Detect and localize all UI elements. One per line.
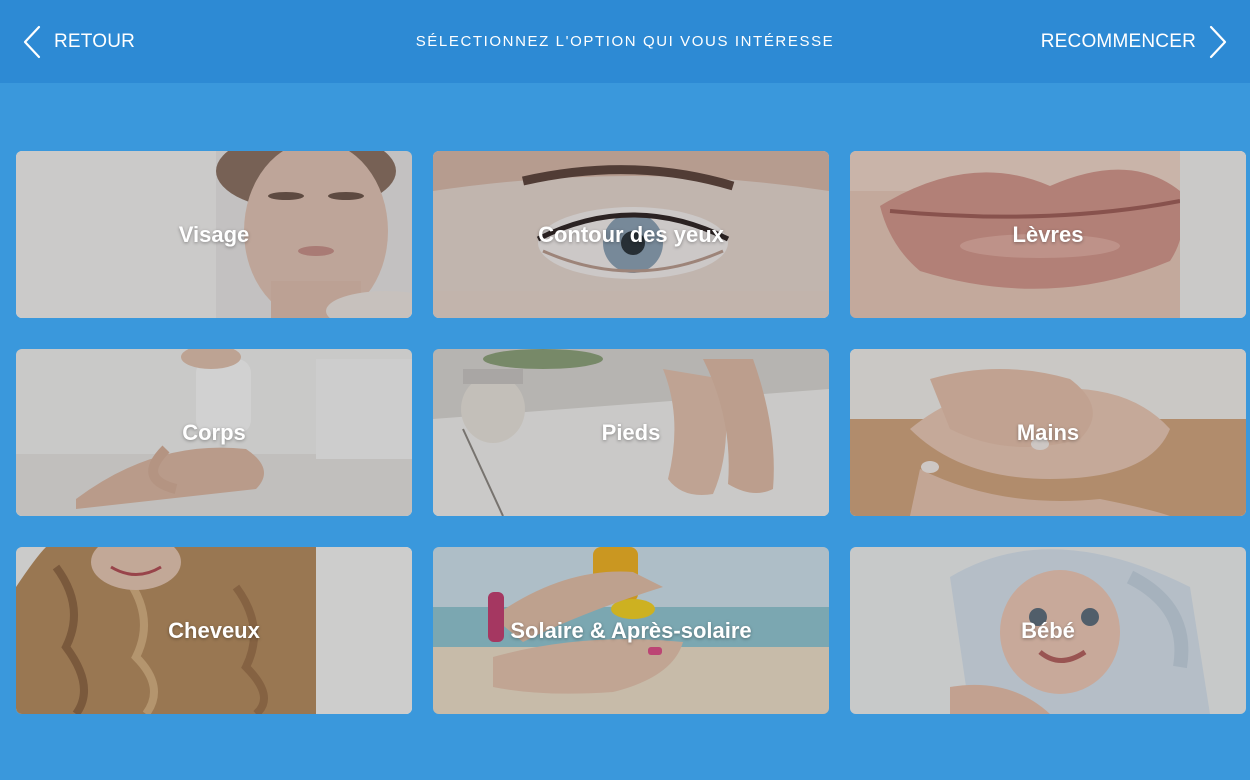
category-tile-solaire[interactable]: Solaire & Après-solaire: [433, 547, 829, 714]
category-label: Lèvres: [1012, 221, 1084, 247]
category-tile-contour-des-yeux[interactable]: Contour des yeux: [433, 151, 829, 318]
category-tile-cheveux[interactable]: Cheveux: [16, 547, 412, 714]
chevron-left-icon: [22, 25, 42, 59]
category-label: Solaire & Après-solaire: [510, 617, 752, 643]
category-label: Visage: [178, 221, 250, 247]
top-bar: RETOUR SÉLECTIONNEZ L'OPTION QUI VOUS IN…: [0, 0, 1250, 83]
category-grid: Visage Contour des yeux Lèvres Corps Pie…: [16, 151, 1246, 714]
category-label: Pieds: [601, 419, 661, 445]
category-label: Bébé: [1021, 617, 1075, 643]
back-label: RETOUR: [54, 30, 136, 52]
category-tile-bebe[interactable]: Bébé: [850, 547, 1246, 714]
category-tile-levres[interactable]: Lèvres: [850, 151, 1246, 318]
category-label: Contour des yeux: [538, 221, 724, 247]
restart-button[interactable]: RECOMMENCER: [1041, 0, 1228, 83]
category-tile-mains[interactable]: Mains: [850, 349, 1246, 516]
category-label: Mains: [1016, 419, 1080, 445]
chevron-right-icon: [1208, 25, 1228, 59]
category-tile-visage[interactable]: Visage: [16, 151, 412, 318]
category-tile-pieds[interactable]: Pieds: [433, 349, 829, 516]
category-label: Cheveux: [168, 617, 260, 643]
back-button[interactable]: RETOUR: [22, 0, 135, 83]
restart-label: RECOMMENCER: [1040, 30, 1196, 52]
category-label: Corps: [182, 419, 246, 445]
category-tile-corps[interactable]: Corps: [16, 349, 412, 516]
